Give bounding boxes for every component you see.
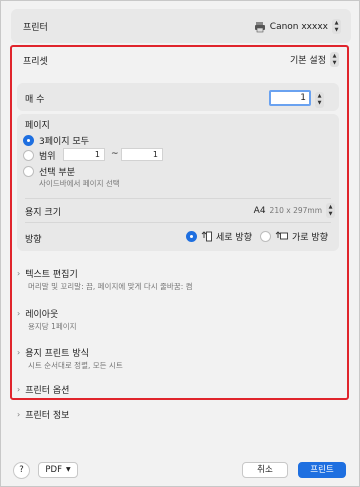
pages-all-label: 3페이지 모두 [39, 137, 89, 147]
paper-size-label: 용지 크기 [25, 208, 61, 218]
radio-icon [23, 166, 34, 177]
chevron-right-icon: › [17, 309, 21, 318]
pages-selection-option[interactable]: 선택 부분 [23, 165, 75, 178]
pdf-label: PDF [45, 465, 62, 475]
copies-input[interactable]: 1 [269, 90, 311, 106]
cancel-button[interactable]: 취소 [242, 462, 288, 478]
pages-selection-label: 선택 부분 [39, 168, 75, 178]
printer-label: 프린터 [23, 23, 48, 33]
printer-select[interactable]: Canon xxxxx ▲ ▼ [254, 19, 341, 34]
preset-select[interactable]: 기본 설정 ▲ ▼ [290, 52, 339, 67]
pdf-menu-button[interactable]: PDF ▼ [38, 462, 78, 478]
radio-icon [260, 231, 271, 242]
section-subtitle: 시트 순서대로 정렬, 모든 시트 [28, 361, 123, 370]
copies-stepper[interactable]: ▲ ▼ [315, 90, 324, 108]
preset-label: 프리셋 [23, 57, 48, 67]
chevron-down-icon: ▼ [65, 466, 71, 473]
print-dialog: 프린터 Canon xxxxx ▲ ▼ 프리셋 기본 설정 ▲ ▼ 매 수 1 ▲ ▼… [0, 0, 360, 487]
orientation-landscape-label: 가로 방향 [292, 233, 328, 243]
stepper-icon: ▲ ▼ [315, 91, 324, 108]
section-title: 텍스트 편집기 [25, 270, 78, 280]
chevron-updown-icon: ▲ ▼ [326, 203, 335, 218]
chevron-right-icon: › [17, 348, 21, 357]
paper-size-select[interactable]: A4 210 x 297mm ▲ ▼ [254, 203, 335, 218]
section-paper-handling[interactable]: › 용지 프린트 방식 [17, 346, 89, 359]
help-button[interactable]: ? [13, 462, 30, 479]
preset-value: 기본 설정 [290, 56, 326, 66]
section-title: 레이아웃 [25, 310, 59, 320]
section-printer-options[interactable]: › 프린터 옵션 [17, 383, 69, 396]
divider [25, 222, 331, 223]
orientation-label: 방향 [25, 235, 42, 245]
portrait-page-icon [201, 231, 212, 242]
section-subtitle: 머리말 및 꼬리말: 끔, 페이지에 맞게 다시 줄바꿈: 켬 [28, 282, 193, 291]
chevron-right-icon: › [17, 385, 21, 394]
paper-size-value: A4 [253, 205, 266, 216]
copies-label: 매 수 [25, 95, 45, 105]
print-button[interactable]: 프린트 [298, 462, 346, 478]
chevron-updown-icon: ▲ ▼ [330, 52, 339, 67]
printer-icon [254, 21, 265, 32]
section-title: 프린터 정보 [25, 411, 70, 421]
section-title: 용지 프린트 방식 [25, 349, 89, 359]
pages-label: 페이지 [25, 121, 50, 131]
section-text-editor[interactable]: › 텍스트 편집기 [17, 267, 78, 280]
pages-all-option[interactable]: 3페이지 모두 [23, 134, 89, 147]
chevron-updown-icon: ▲ ▼ [332, 19, 341, 34]
orientation-landscape-option[interactable]: 가로 방향 [260, 230, 328, 243]
section-printer-info[interactable]: › 프린터 정보 [17, 408, 69, 421]
orientation-portrait-label: 세로 방향 [216, 233, 252, 243]
range-separator: ~ [111, 149, 119, 159]
chevron-right-icon: › [17, 269, 21, 278]
pages-range-option[interactable]: 범위 [23, 149, 56, 162]
pages-range-label: 범위 [39, 152, 56, 162]
range-from-input[interactable]: 1 [63, 148, 105, 161]
range-to-input[interactable]: 1 [121, 148, 163, 161]
section-title: 프린터 옵션 [25, 386, 70, 396]
radio-selected-icon [186, 231, 197, 242]
section-subtitle: 용지당 1페이지 [28, 322, 77, 331]
landscape-page-icon [275, 231, 288, 240]
chevron-right-icon: › [17, 410, 21, 419]
paper-size-dims: 210 x 297mm [269, 206, 322, 215]
orientation-portrait-option[interactable]: 세로 방향 [186, 230, 252, 243]
divider [25, 198, 331, 199]
printer-name: Canon xxxxx [269, 21, 328, 32]
radio-selected-icon [23, 135, 34, 146]
section-layout[interactable]: › 레이아웃 [17, 307, 58, 320]
radio-icon [23, 150, 34, 161]
pages-selection-sub: 사이드바에서 페이지 선택 [39, 179, 120, 188]
printer-row[interactable]: 프린터 Canon xxxxx ▲ ▼ [11, 9, 351, 43]
